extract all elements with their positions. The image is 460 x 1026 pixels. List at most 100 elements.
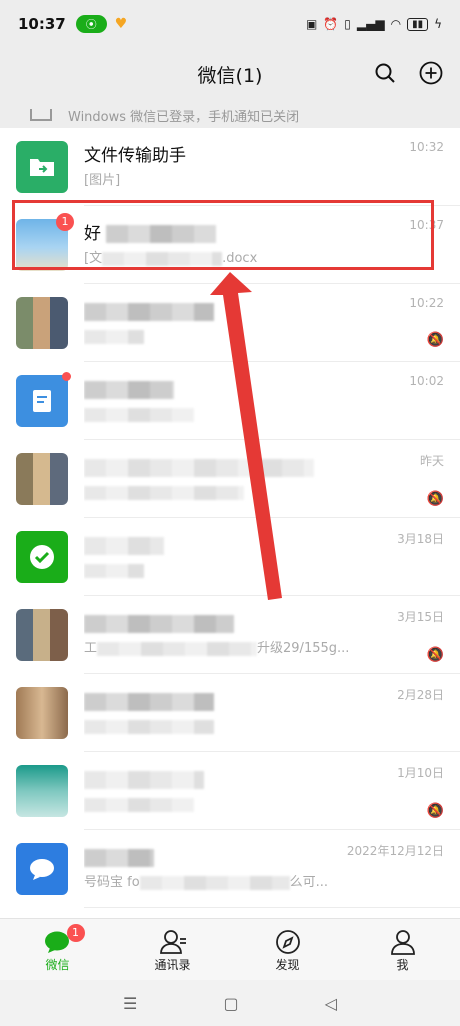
tab-chats[interactable]: 1 微信	[0, 919, 115, 981]
service-avatar	[16, 843, 68, 895]
plus-circle-icon	[419, 61, 443, 85]
back-nav-icon[interactable]: ◁	[325, 994, 337, 1013]
search-button[interactable]	[372, 60, 398, 86]
chat-preview-end: .docx	[222, 251, 258, 266]
chat-preview: [图片]	[84, 173, 121, 188]
chat-time: 1月10日	[397, 766, 444, 780]
monitor-icon	[30, 109, 52, 121]
chat-time: 10:02	[409, 374, 444, 388]
chat-item[interactable]: 号码宝 fo 么可... 2022年12月12日	[0, 830, 460, 908]
menu-nav-icon[interactable]: ☰	[123, 994, 137, 1013]
redacted-preview	[84, 485, 244, 500]
check-circle-icon	[30, 545, 54, 569]
tab-me[interactable]: 我	[345, 919, 460, 981]
charging-icon: ϟ	[434, 17, 442, 31]
redacted-preview	[97, 641, 258, 656]
chat-item[interactable]: 1月10日 🔕	[0, 752, 460, 830]
status-bar: 10:37 ⦿ ♥ ▣ ⏰ ▯ ▂▄▆ ◠ ▮▮ ϟ	[0, 0, 460, 48]
tab-label: 我	[396, 957, 409, 972]
chat-item[interactable]: 3月18日	[0, 518, 460, 596]
redacted-name	[84, 537, 164, 555]
redacted-preview	[84, 719, 214, 734]
tab-label: 通讯录	[154, 957, 191, 972]
alarm-icon: ⏰	[323, 17, 339, 31]
chat-bubble-icon	[30, 859, 54, 880]
redacted-name	[84, 615, 234, 633]
unread-dot	[62, 372, 71, 381]
wifi-icon: ◠	[390, 17, 402, 31]
unread-badge: 1	[56, 213, 74, 231]
chat-item-highlighted[interactable]: 1 好 [文 .docx 10:37	[0, 206, 460, 284]
tab-discover[interactable]: 发现	[230, 919, 345, 981]
chat-item-file-transfer[interactable]: 文件传输助手 [图片] 10:32	[0, 128, 460, 206]
mute-bell-icon: 🔕	[426, 491, 444, 507]
tab-label: 微信	[45, 957, 70, 972]
tab-label: 发现	[275, 957, 300, 972]
tab-unread-badge: 1	[66, 923, 85, 942]
chat-item[interactable]: 昨天 🔕	[0, 440, 460, 518]
file-transfer-avatar	[16, 141, 68, 193]
bottom-tab-bar: 1 微信 通讯录 发现 我	[0, 918, 460, 981]
group-avatar	[16, 609, 68, 661]
tab-contacts[interactable]: 通讯录	[115, 919, 230, 981]
chat-time: 3月18日	[397, 532, 444, 546]
nfc-icon: ▣	[305, 17, 318, 31]
notice-text: Windows 微信已登录，手机通知已关闭	[68, 109, 300, 125]
mute-bell-icon: 🔕	[426, 803, 444, 819]
mute-bell-icon: 🔕	[426, 647, 444, 663]
chat-time: 10:22	[409, 296, 444, 310]
redacted-name	[84, 459, 314, 477]
heart-icon: ♥	[114, 16, 128, 32]
group-avatar	[16, 297, 68, 349]
service-avatar	[16, 531, 68, 583]
redacted-name	[106, 225, 217, 243]
call-pill-icon: ⦿	[75, 15, 107, 33]
login-notice[interactable]: Windows 微信已登录，手机通知已关闭	[0, 100, 460, 131]
chat-item[interactable]: 2月28日	[0, 674, 460, 752]
home-nav-icon[interactable]: ▢	[223, 994, 238, 1013]
redacted-preview	[84, 329, 144, 344]
search-icon	[375, 63, 395, 83]
chat-time: 2月28日	[397, 688, 444, 702]
chat-item[interactable]: 10:22 🔕	[0, 284, 460, 362]
chat-preview-start: [文	[84, 251, 103, 266]
contact-avatar	[16, 687, 68, 739]
chat-item[interactable]: 工 升级29/155g... 3月15日 🔕	[0, 596, 460, 674]
person-icon	[390, 929, 415, 955]
redacted-preview	[139, 875, 290, 890]
redacted-preview	[84, 563, 144, 578]
redacted-preview	[84, 797, 194, 812]
page-title: 微信(1)	[197, 64, 263, 87]
chat-time: 3月15日	[397, 610, 444, 624]
chat-time: 10:37	[409, 218, 444, 232]
contact-avatar	[16, 765, 68, 817]
add-button[interactable]	[418, 60, 444, 86]
chat-name-visible: 好	[84, 224, 101, 244]
chat-preview-end: 升级29/155g...	[257, 641, 350, 656]
chat-time: 2022年12月12日	[346, 844, 444, 858]
doc-app-avatar	[16, 372, 71, 427]
chat-preview-start: 号码宝 fo	[84, 875, 140, 890]
mute-bell-icon: 🔕	[426, 332, 444, 348]
battery-icon: ▮▮	[407, 17, 429, 31]
chat-name: 文件传输助手	[84, 146, 186, 166]
chat-preview-start: 工	[84, 641, 98, 656]
redacted-preview	[102, 251, 223, 266]
redacted-name	[84, 381, 174, 399]
folder-icon	[30, 159, 54, 176]
chat-list: 文件传输助手 [图片] 10:32 1 好 [文 .docx 10:37 10:2…	[0, 128, 460, 908]
compass-icon	[275, 929, 300, 954]
signal-icon: ▂▄▆	[356, 17, 385, 31]
app-header: 微信(1)	[0, 48, 460, 100]
redacted-name	[84, 849, 154, 867]
chat-time: 昨天	[419, 454, 444, 468]
document-icon	[33, 390, 51, 412]
status-time: 10:37	[18, 15, 66, 33]
group-avatar	[16, 453, 68, 505]
chat-time: 10:32	[409, 140, 444, 154]
vibrate-icon: ▯	[344, 17, 351, 31]
chat-preview-end: 么可...	[289, 875, 329, 890]
system-nav-bar: ☰ ▢ ◁	[0, 980, 460, 1026]
chat-item[interactable]: 10:02	[0, 362, 460, 440]
status-icons: ▣ ⏰ ▯ ▂▄▆ ◠ ▮▮ ϟ	[306, 17, 442, 31]
